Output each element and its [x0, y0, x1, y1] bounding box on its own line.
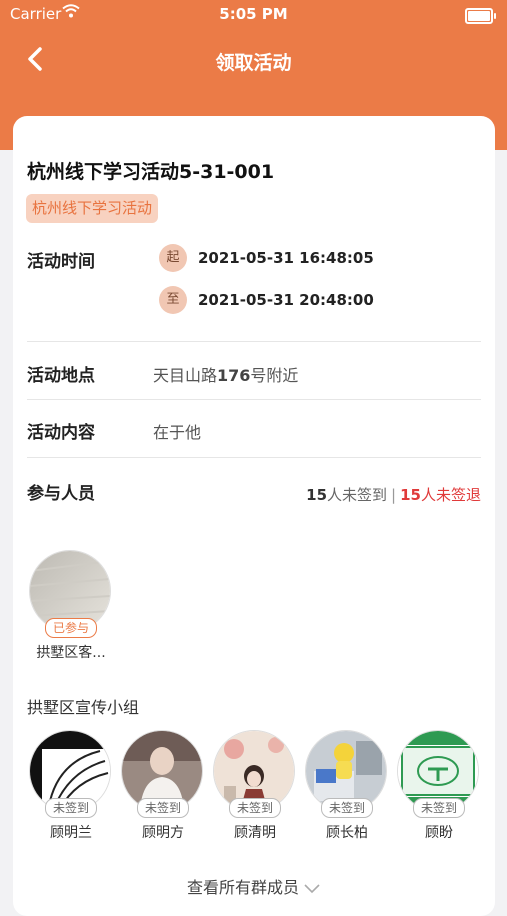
page-title: 领取活动 [215, 52, 292, 74]
participants-label: 参与人员 [27, 484, 95, 504]
content-value: 在于他 [153, 423, 202, 442]
joined-badge: 已参与 [44, 618, 98, 638]
status-badge: 未签到 [228, 798, 282, 818]
member-name: 顾清明 [234, 825, 276, 841]
member-name: 顾盼 [425, 825, 453, 841]
location-label: 活动地点 [27, 366, 95, 386]
view-all-label: 查看所有群成员 [186, 878, 299, 897]
member-name: 顾长柏 [326, 825, 368, 841]
view-all-members-button[interactable]: 查看所有群成员 [13, 874, 495, 898]
divider [27, 457, 481, 458]
status-badge: 未签到 [320, 798, 374, 818]
status-bar: Carrier 5:05 PM [0, 0, 507, 30]
member-name: 顾明兰 [50, 825, 92, 841]
attendance-count: 15人未签到 | 15人未签退 [306, 486, 481, 504]
status-badge: 未签到 [136, 798, 190, 818]
activity-tag: 杭州线下学习活动 [26, 194, 159, 223]
status-badge: 未签到 [412, 798, 466, 818]
content-label: 活动内容 [27, 423, 95, 443]
member-name: 拱墅区客... [36, 645, 106, 661]
clock: 5:05 PM [219, 5, 288, 23]
group-title: 拱墅区宣传小组 [27, 698, 140, 717]
battery-icon [465, 8, 496, 24]
activity-title: 杭州线下学习活动5-31-001 [27, 161, 275, 183]
chevron-down-icon [304, 883, 320, 893]
divider [27, 399, 481, 400]
divider [27, 341, 481, 342]
time-label: 活动时间 [27, 252, 95, 272]
status-badge: 未签到 [44, 798, 98, 818]
start-time: 2021-05-31 16:48:05 [198, 249, 374, 267]
end-time: 2021-05-31 20:48:00 [198, 291, 374, 309]
member-name: 顾明方 [142, 825, 184, 841]
end-marker: 至 [159, 286, 187, 314]
activity-card: 杭州线下学习活动5-31-001 杭州线下学习活动 活动时间 起 2021-05… [13, 116, 495, 916]
location-value: 天目山路176号附近 [153, 366, 299, 385]
start-marker: 起 [159, 244, 187, 272]
